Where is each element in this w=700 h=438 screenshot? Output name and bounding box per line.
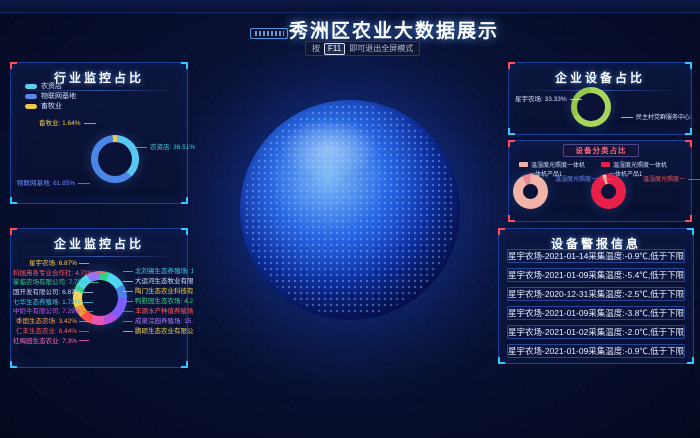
enterprise-label: 大运河生态牧业有限责任公 bbox=[123, 275, 193, 285]
corner-bracket bbox=[181, 361, 188, 368]
alarm-row: 星宇农场-2020-12-31采集温度:-2.5℃,低于下限:0℃ bbox=[507, 287, 685, 301]
corner-bracket bbox=[685, 62, 692, 69]
legend-swatch-yellow bbox=[25, 104, 37, 109]
legend-swatch-pink bbox=[519, 162, 528, 167]
enterprise-label: 陶门生态农业科技有限公 bbox=[123, 285, 193, 295]
corner-bracket bbox=[687, 228, 694, 235]
device-callout-mid: 温湿度光照度一 bbox=[555, 177, 612, 183]
f11-key: F11 bbox=[324, 43, 345, 55]
logo-badge bbox=[250, 28, 288, 39]
corner-bracket bbox=[685, 140, 692, 147]
device-left-legend: 温湿度光照度一体机 bbox=[531, 160, 585, 169]
enterprise-left-labels: 星宇农场: 6.87% 科旭甪各专业合作社: 4.72% 家临农场有限公司: 7… bbox=[13, 257, 89, 344]
corner-bracket bbox=[508, 140, 515, 147]
legend-swatch-red bbox=[601, 162, 610, 167]
corner-bracket bbox=[508, 62, 515, 69]
top-band bbox=[0, 0, 700, 13]
corner-bracket bbox=[498, 228, 505, 235]
legend-label: 畜牧业 bbox=[41, 101, 62, 111]
hint-suffix: 即可退出全屏模式 bbox=[349, 43, 413, 54]
device-class-donut-left[interactable] bbox=[513, 174, 548, 209]
corner-bracket bbox=[181, 197, 188, 204]
enterprise-label: 季国生态农场: 3.42% bbox=[13, 315, 89, 325]
legend-swatch-blue bbox=[25, 94, 37, 99]
corner-bracket bbox=[10, 197, 17, 204]
industry-donut-chart[interactable] bbox=[91, 135, 139, 183]
corner-bracket bbox=[10, 361, 17, 368]
legend-item-livestock[interactable]: 畜牧业 bbox=[25, 101, 76, 111]
fullscreen-hint: 按 F11 即可退出全屏模式 bbox=[305, 41, 420, 56]
enterprise-label: 红梅园生态农业: 7.3% bbox=[13, 335, 89, 345]
enterprise-label: 星宇农场: 6.87% bbox=[13, 257, 89, 267]
globe bbox=[240, 100, 460, 320]
alarm-row: 星宇农场-2021-01-09采集温度:-0.9℃,低于下限:0℃ bbox=[507, 344, 685, 358]
panel-enterprise: 企业监控占比 星宇农场: 6.87% 科旭甪各专业合作社: 4.72% 家临农场… bbox=[10, 228, 188, 368]
corner-bracket bbox=[508, 215, 515, 222]
corner-bracket bbox=[498, 357, 505, 364]
corner-bracket bbox=[685, 215, 692, 222]
equipment-label-right: 民主村党群服务中心: bbox=[621, 115, 692, 121]
panel-device-class-title: 设备分类占比 bbox=[563, 144, 639, 157]
enterprise-label: 丰源水产种值养殖场: 1. bbox=[123, 305, 193, 315]
enterprise-right-labels: 北刘锡生态养殖场: 11.36% 大运河生态牧业有限责任公 陶门生态农业科技有限… bbox=[123, 265, 193, 335]
enterprise-label: 中奶牛有限公司: 7.29% bbox=[13, 305, 89, 315]
enterprise-label: 鹏硕生态农业有限公司: 6.879 bbox=[123, 325, 193, 335]
enterprise-label: 鸭慰园生态农场: 4.29 bbox=[123, 295, 193, 305]
equipment-label-left: 星宇农场: 33.33% bbox=[515, 97, 582, 104]
enterprise-label: 成泉浣园养殖场: 15.02% bbox=[123, 315, 193, 325]
corner-bracket bbox=[181, 228, 188, 235]
corner-bracket bbox=[181, 62, 188, 69]
page-title: 秀洲区农业大数据展示 bbox=[289, 16, 499, 43]
panel-alarms: 设备警报信息 星宇农场-2021-01-14采集温度:-0.9℃,低于下限:0℃… bbox=[498, 228, 694, 364]
legend-label: 物联网基地 bbox=[41, 91, 76, 101]
panel-equipment-title: 企业设备占比 bbox=[509, 69, 691, 86]
panel-device-class: 设备分类占比 温湿度光照度一体机 一体机产品1 温湿度光照度一体机 一体机产品1… bbox=[508, 140, 692, 222]
industry-label-iot: 物联网基地: 61.85% bbox=[17, 181, 90, 188]
alarm-row: 星宇农场-2021-01-14采集温度:-0.9℃,低于下限:0℃ bbox=[507, 249, 685, 263]
enterprise-label: 七华生态养殖场: 1.72% bbox=[13, 296, 89, 306]
panel-industry: 行业监控占比 农资店 物联网基地 畜牧业 畜牧业: 1.64% 农资店: 36.… bbox=[10, 62, 188, 204]
alarm-row: 星宇农场-2021-01-09采集温度:-3.8℃,低于下限:0℃ bbox=[507, 306, 685, 320]
hint-prefix: 按 bbox=[312, 43, 320, 54]
alarm-row: 星宇农场-2021-01-09采集温度:-5.4℃,低于下限:0℃ bbox=[507, 268, 685, 282]
device-callout-right: 温湿度光照度一 bbox=[643, 177, 700, 183]
alarm-list: 星宇农场-2021-01-14采集温度:-0.9℃,低于下限:0℃ 星宇农场-2… bbox=[507, 249, 685, 363]
corner-bracket bbox=[10, 62, 17, 69]
legend-item-store[interactable]: 农资店 bbox=[25, 81, 76, 91]
legend-swatch-cyan bbox=[25, 84, 37, 89]
globe-highlight bbox=[280, 118, 379, 180]
corner-bracket bbox=[10, 228, 17, 235]
legend-item-iot[interactable]: 物联网基地 bbox=[25, 91, 76, 101]
enterprise-label: 仁丰生态农业: 6.44% bbox=[13, 325, 89, 335]
enterprise-label: 北刘锡生态养殖场: 11.36% bbox=[123, 265, 193, 275]
equipment-donut-chart[interactable] bbox=[571, 87, 611, 127]
enterprise-label: 家临农场有限公司: 7.72% bbox=[13, 276, 89, 286]
panel-enterprise-title: 企业监控占比 bbox=[11, 235, 187, 252]
corner-bracket bbox=[685, 128, 692, 135]
corner-bracket bbox=[687, 357, 694, 364]
enterprise-label: 科旭甪各专业合作社: 4.72% bbox=[13, 267, 89, 277]
legend-label: 农资店 bbox=[41, 81, 62, 91]
alarm-row: 星宇农场-2021-01-02采集温度:-2.0℃,低于下限:0℃ bbox=[507, 325, 685, 339]
device-right-legend: 温湿度光照度一体机 bbox=[613, 160, 667, 169]
panel-equipment: 企业设备占比 星宇农场: 33.33% 民主村党群服务中心: bbox=[508, 62, 692, 135]
enterprise-label: 国开发有限公司: 6.87% bbox=[13, 286, 89, 296]
corner-bracket bbox=[508, 128, 515, 135]
industry-label-livestock: 畜牧业: 1.64% bbox=[39, 121, 96, 128]
industry-label-store: 农资店: 36.51% bbox=[135, 145, 195, 152]
